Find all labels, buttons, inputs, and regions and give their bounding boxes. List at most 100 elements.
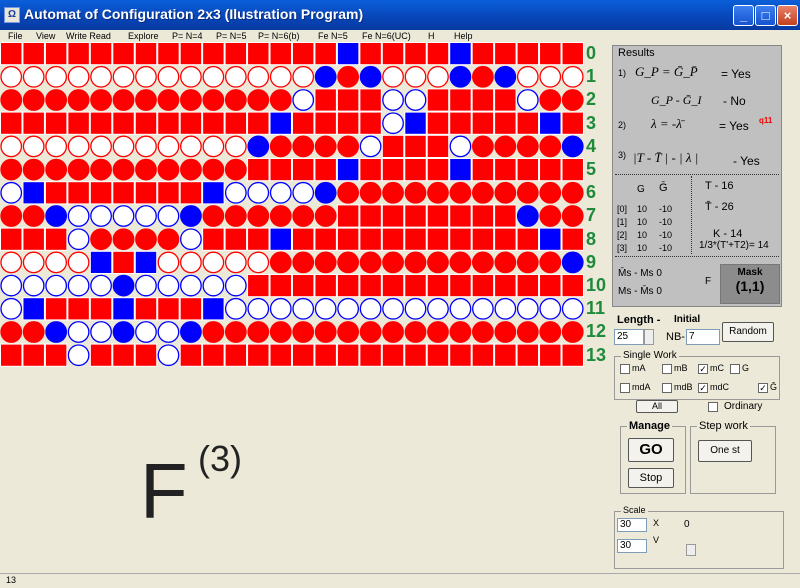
grid-cell[interactable] [494, 227, 517, 251]
grid-cell[interactable] [314, 42, 337, 66]
grid-cell[interactable] [22, 227, 45, 251]
grid-cell[interactable] [471, 274, 495, 298]
grid-cell[interactable] [179, 297, 203, 321]
menu-h[interactable]: H [428, 30, 435, 42]
grid-cell[interactable] [67, 135, 90, 158]
grid-cell[interactable] [180, 205, 202, 227]
grid-cell[interactable] [112, 228, 135, 251]
grid-cell[interactable] [471, 158, 495, 182]
grid-cell[interactable] [67, 111, 90, 135]
ordinary-checkbox[interactable] [708, 402, 718, 412]
one-step-button[interactable]: One st [698, 440, 752, 462]
grid-cell[interactable] [224, 89, 247, 111]
close-button[interactable]: × [777, 5, 798, 26]
grid-cell[interactable] [314, 343, 337, 367]
grid-cell[interactable] [561, 181, 584, 204]
grid-cell[interactable] [359, 274, 382, 298]
grid-cell[interactable] [314, 297, 337, 320]
grid-cell[interactable] [67, 65, 90, 88]
grid-cell[interactable] [561, 111, 584, 135]
grid-cell[interactable] [269, 274, 292, 298]
grid-cell[interactable] [90, 321, 112, 343]
grid-cell[interactable] [135, 274, 157, 297]
grid-cell[interactable] [202, 65, 225, 88]
grid-cell[interactable] [292, 89, 315, 111]
grid-cell[interactable] [180, 65, 202, 88]
grid-cell[interactable] [382, 297, 404, 320]
grid-cell[interactable] [494, 158, 517, 182]
grid-cell[interactable] [0, 181, 23, 204]
grid-cell[interactable] [291, 158, 315, 182]
grid-cell[interactable] [291, 274, 315, 298]
grid-cell[interactable] [404, 274, 427, 298]
grid-cell[interactable] [516, 343, 540, 367]
grid-cell[interactable] [22, 321, 45, 343]
grid-cell[interactable] [404, 158, 427, 182]
grid-cell[interactable] [22, 158, 45, 181]
maximize-button[interactable]: □ [755, 5, 776, 26]
grid-cell[interactable] [359, 343, 382, 367]
grid-cell[interactable] [67, 181, 90, 205]
grid-cell[interactable] [134, 42, 158, 66]
grid-cell[interactable] [0, 65, 23, 88]
grid-cell[interactable] [449, 321, 472, 343]
menu-file[interactable]: File [8, 30, 23, 42]
grid-cell[interactable] [314, 88, 337, 112]
grid-cell[interactable] [202, 181, 225, 205]
grid-cell[interactable] [381, 227, 405, 251]
grid-cell[interactable] [90, 158, 112, 181]
grid-cell[interactable] [157, 89, 180, 111]
grid-cell[interactable] [134, 343, 158, 367]
grid-cell[interactable] [561, 297, 584, 320]
grid-cell[interactable] [471, 42, 495, 66]
grid-cell[interactable] [382, 89, 404, 111]
grid-cell[interactable] [291, 42, 315, 66]
grid-cell[interactable] [224, 343, 248, 367]
grid-cell[interactable] [359, 227, 382, 251]
grid-cell[interactable] [180, 321, 202, 343]
grid-cell[interactable] [202, 251, 225, 274]
grid-cell[interactable] [404, 297, 427, 320]
grid-cell[interactable] [449, 343, 472, 367]
grid-cell[interactable] [202, 343, 225, 367]
all-button[interactable]: All [636, 400, 678, 413]
grid-cell[interactable] [404, 251, 427, 274]
grid-cell[interactable] [0, 251, 23, 274]
grid-cell[interactable] [112, 135, 135, 158]
grid-cell[interactable] [472, 321, 494, 343]
grid-cell[interactable] [449, 251, 472, 274]
grid-cell[interactable] [494, 42, 517, 66]
grid-cell[interactable] [67, 344, 90, 367]
grid-cell[interactable] [135, 228, 157, 251]
grid-cell[interactable] [112, 321, 135, 343]
grid-cell[interactable] [561, 205, 584, 227]
grid-cell[interactable] [134, 111, 158, 135]
grid-cell[interactable] [359, 65, 382, 88]
grid-cell[interactable] [314, 251, 337, 274]
grid-cell[interactable] [426, 204, 450, 228]
grid-cell[interactable] [22, 205, 45, 227]
grid-cell[interactable] [135, 321, 157, 343]
grid-cell[interactable] [359, 181, 382, 204]
grid-cell[interactable] [45, 158, 68, 181]
grid-cell[interactable] [269, 343, 292, 367]
grid-cell[interactable] [404, 65, 427, 88]
grid-cell[interactable] [337, 297, 360, 320]
grid-cell[interactable] [202, 89, 225, 111]
grid-cell[interactable] [202, 135, 225, 158]
grid-cell[interactable] [89, 42, 113, 66]
grid-cell[interactable] [202, 158, 225, 181]
grid-cell[interactable] [382, 112, 404, 135]
grid-cell[interactable] [224, 297, 247, 320]
go-button[interactable]: GO [628, 438, 674, 462]
grid-cell[interactable] [135, 135, 157, 158]
grid-cell[interactable] [44, 297, 68, 321]
grid-cell[interactable] [426, 227, 450, 251]
grid-cell[interactable] [0, 111, 23, 135]
grid-cell[interactable] [314, 158, 337, 182]
stop-button[interactable]: Stop [628, 468, 674, 488]
grid-cell[interactable] [157, 321, 180, 343]
grid-cell[interactable] [404, 134, 427, 159]
grid-cell[interactable] [22, 343, 45, 367]
grid-cell[interactable] [539, 135, 562, 158]
